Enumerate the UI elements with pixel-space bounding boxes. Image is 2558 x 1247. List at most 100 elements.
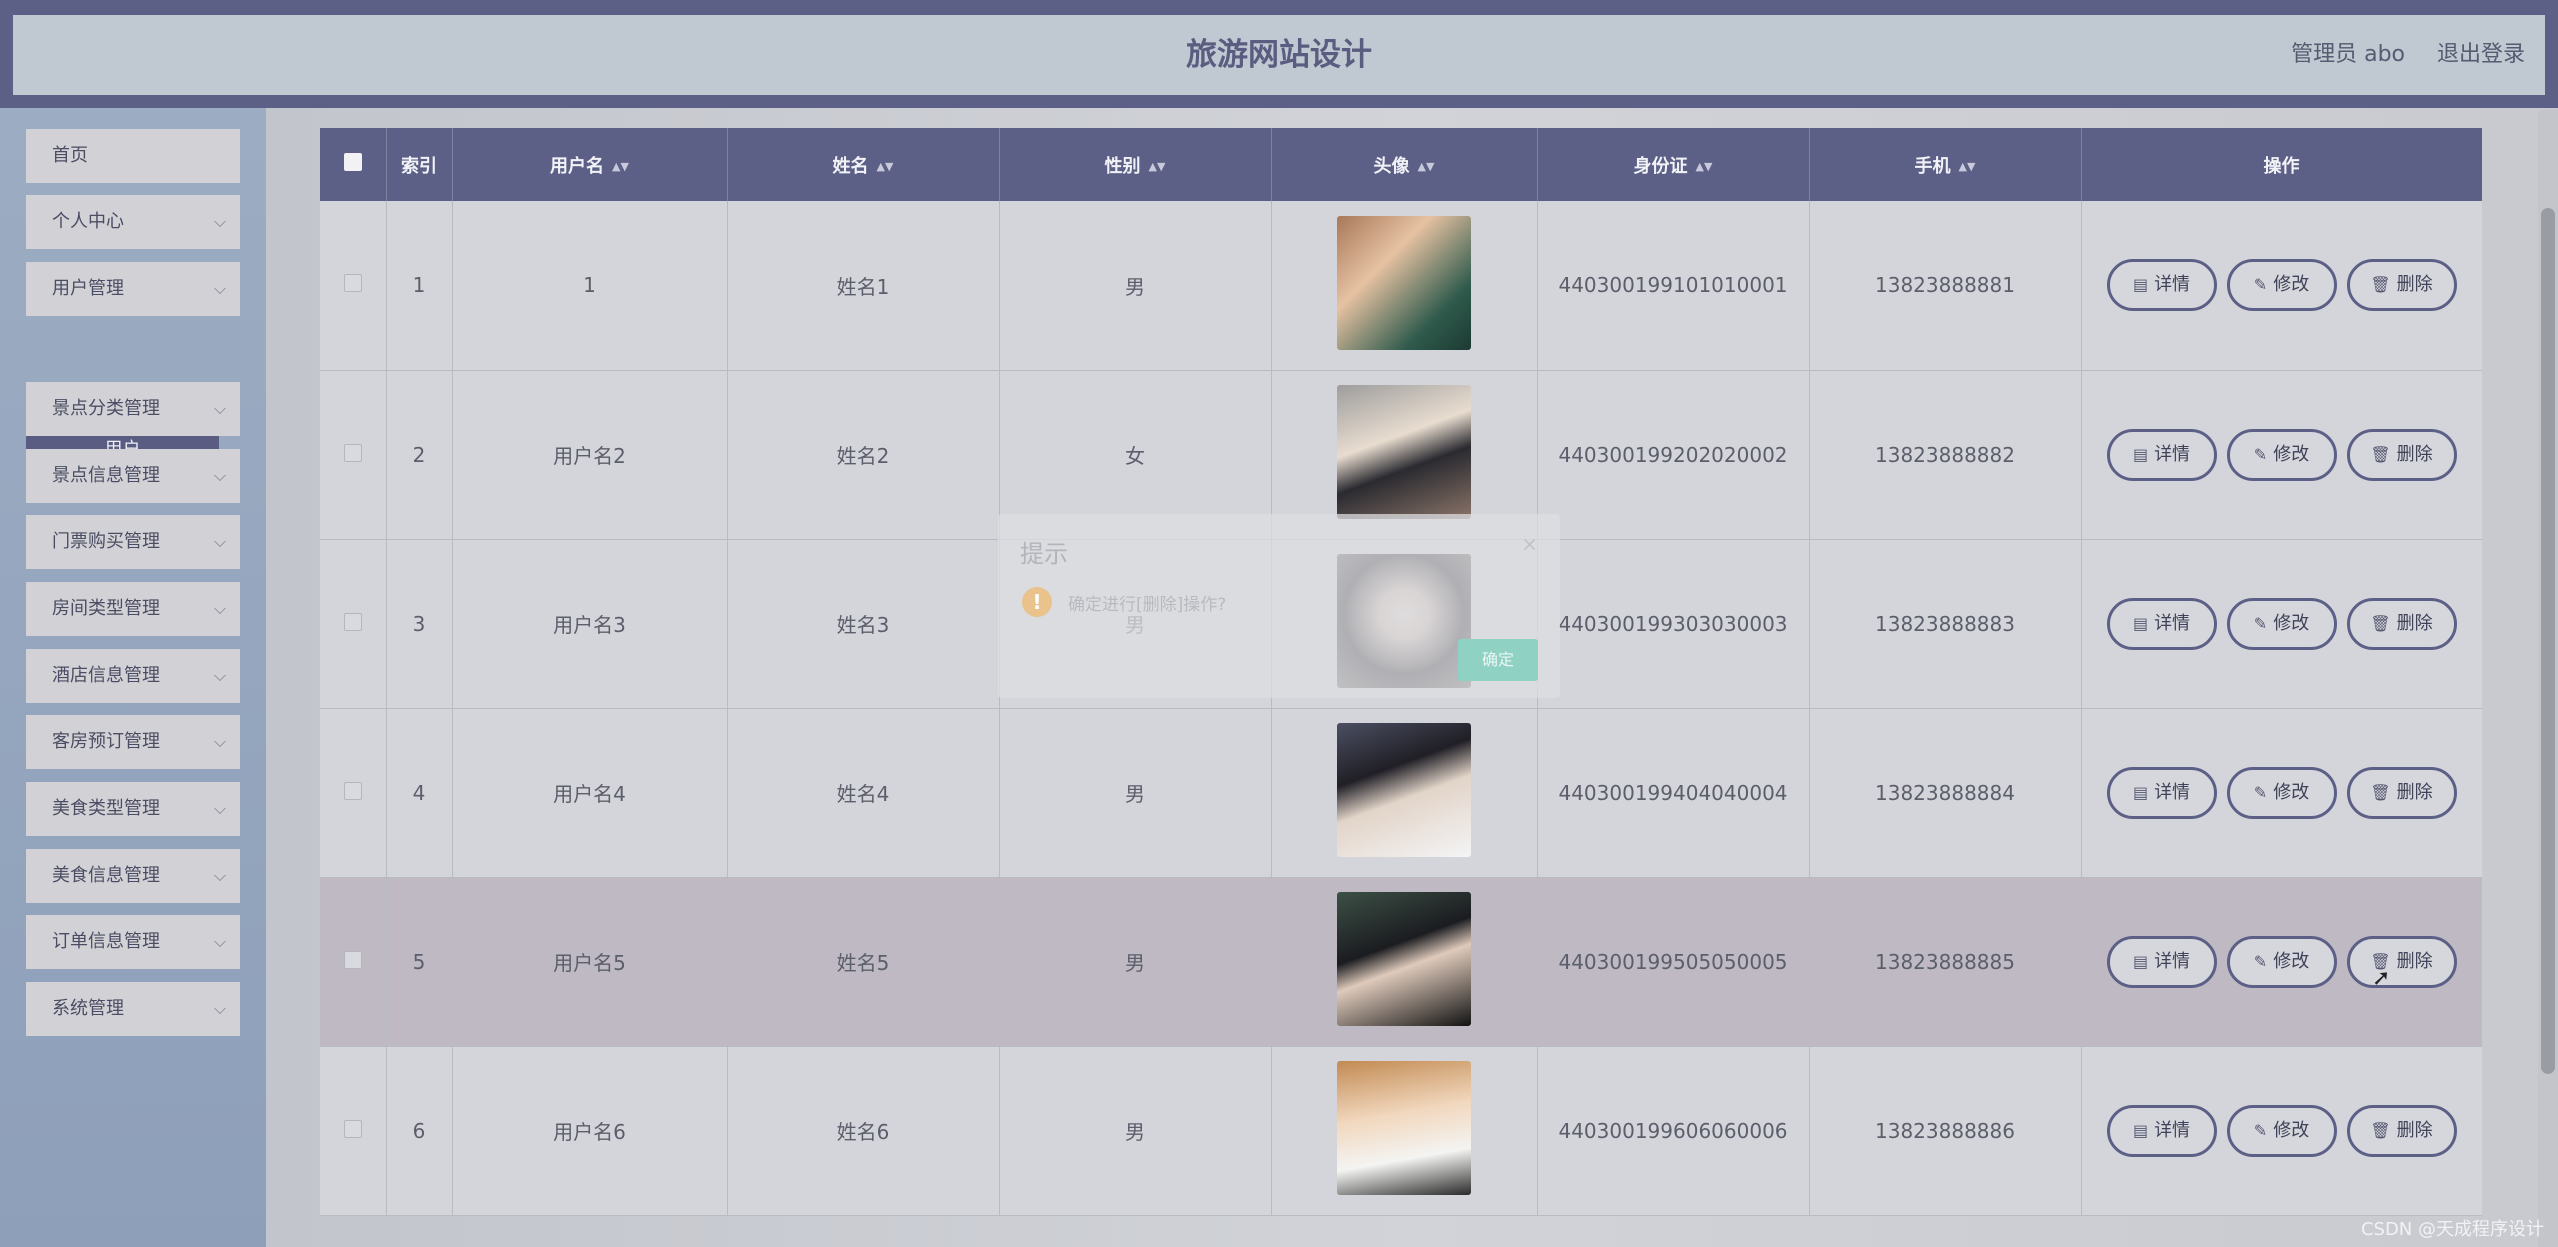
cell-name: 姓名3 bbox=[727, 539, 1000, 709]
column-header-index: 索引 bbox=[386, 128, 453, 201]
edit-button[interactable]: ✎ 修改 bbox=[2226, 766, 2337, 819]
select-all-checkbox[interactable] bbox=[343, 153, 362, 171]
chevron-down-icon: ⌵ bbox=[213, 532, 226, 551]
cell-gender: 男 bbox=[999, 877, 1272, 1047]
row-checkbox[interactable] bbox=[343, 950, 362, 969]
chevron-down-icon: ⌵ bbox=[213, 999, 226, 1018]
sidebar-item-personal-center[interactable]: 个人中心 ⌵ bbox=[26, 195, 240, 249]
cell-name: 姓名1 bbox=[727, 201, 1000, 371]
sidebar-item-label: 门票购买管理 bbox=[52, 531, 160, 552]
row-checkbox[interactable] bbox=[343, 443, 362, 462]
sidebar-item-system[interactable]: 系统管理 ⌵ bbox=[26, 982, 240, 1036]
chevron-down-icon: ⌵ bbox=[213, 666, 226, 685]
sidebar-item-label: 用户管理 bbox=[52, 278, 124, 299]
cell-index: 4 bbox=[386, 708, 453, 878]
table-row: 5 用户名5 姓名5 男 440300199505050005 13823888… bbox=[320, 877, 2482, 1047]
edit-button[interactable]: ✎ 修改 bbox=[2226, 935, 2337, 988]
logout-link[interactable]: 退出登录 bbox=[2437, 15, 2525, 95]
sort-icon[interactable]: ▲▼ bbox=[877, 160, 894, 173]
sidebar-item-user-management[interactable]: 用户管理 ⌵ bbox=[26, 262, 240, 316]
row-select-cell bbox=[320, 708, 387, 878]
confirm-button[interactable]: 确定 bbox=[1458, 639, 1538, 681]
sidebar-item-ticket-purchase[interactable]: 门票购买管理 ⌵ bbox=[26, 515, 240, 569]
detail-button[interactable]: ▤ 详情 bbox=[2106, 428, 2217, 481]
sidebar-item-label: 个人中心 bbox=[52, 211, 124, 232]
row-select-cell bbox=[320, 877, 387, 1047]
cell-index: 5 bbox=[386, 877, 453, 1047]
edit-icon: ✎ bbox=[2253, 782, 2268, 802]
cell-username: 用户名2 bbox=[452, 370, 728, 540]
column-header-name[interactable]: 姓名 ▲▼ bbox=[727, 128, 1000, 201]
cell-gender: 男 bbox=[999, 201, 1272, 371]
edit-button[interactable]: ✎ 修改 bbox=[2226, 259, 2337, 312]
close-icon[interactable]: × bbox=[1521, 532, 1538, 556]
cell-username: 用户名6 bbox=[452, 1046, 728, 1216]
avatar bbox=[1337, 892, 1471, 1026]
trash-icon: 🗑 bbox=[2370, 1120, 2391, 1140]
avatar bbox=[1337, 385, 1471, 519]
page-scrollbar[interactable] bbox=[2538, 110, 2558, 1247]
sort-icon[interactable]: ▲▼ bbox=[1696, 160, 1713, 173]
delete-button[interactable]: 🗑 删除 bbox=[2346, 935, 2457, 988]
sidebar-item-home[interactable]: 首页 bbox=[26, 129, 240, 183]
detail-button[interactable]: ▤ 详情 bbox=[2106, 935, 2217, 988]
sidebar-item-food-type[interactable]: 美食类型管理 ⌵ bbox=[26, 782, 240, 836]
sidebar-item-label: 酒店信息管理 bbox=[52, 665, 160, 686]
column-header-id-card[interactable]: 身份证 ▲▼ bbox=[1537, 128, 1810, 201]
detail-button[interactable]: ▤ 详情 bbox=[2106, 1104, 2217, 1157]
sort-icon[interactable]: ▲▼ bbox=[612, 160, 629, 173]
column-header-avatar[interactable]: 头像 ▲▼ bbox=[1271, 128, 1538, 201]
edit-button[interactable]: ✎ 修改 bbox=[2226, 1104, 2337, 1157]
site-title: 旅游网站设计 bbox=[1186, 37, 1372, 73]
dialog-title: 提示 bbox=[1020, 540, 1068, 568]
delete-button[interactable]: 🗑 删除 bbox=[2346, 259, 2457, 312]
document-icon: ▤ bbox=[2132, 613, 2149, 633]
cell-id-card: 440300199101010001 bbox=[1537, 201, 1810, 371]
document-icon: ▤ bbox=[2132, 275, 2149, 295]
sort-icon[interactable]: ▲▼ bbox=[1149, 160, 1166, 173]
cell-name: 姓名2 bbox=[727, 370, 1000, 540]
sidebar-item-food-info[interactable]: 美食信息管理 ⌵ bbox=[26, 849, 240, 903]
select-all-header[interactable] bbox=[320, 128, 387, 201]
cell-id-card: 440300199202020002 bbox=[1537, 370, 1810, 540]
delete-button[interactable]: 🗑 删除 bbox=[2346, 428, 2457, 481]
cell-index: 3 bbox=[386, 539, 453, 709]
cell-actions: ▤ 详情 ✎ 修改 🗑 删除 bbox=[2081, 370, 2482, 540]
sidebar-item-order-info[interactable]: 订单信息管理 ⌵ bbox=[26, 915, 240, 969]
cell-actions: ▤ 详情 ✎ 修改 🗑 删除 bbox=[2081, 539, 2482, 709]
trash-icon: 🗑 bbox=[2370, 782, 2391, 802]
detail-button[interactable]: ▤ 详情 bbox=[2106, 597, 2217, 650]
row-checkbox[interactable] bbox=[343, 612, 362, 631]
sidebar-item-room-booking[interactable]: 客房预订管理 ⌵ bbox=[26, 715, 240, 769]
sidebar-item-room-type[interactable]: 房间类型管理 ⌵ bbox=[26, 582, 240, 636]
sidebar-item-attraction-info[interactable]: 景点信息管理 ⌵ bbox=[26, 449, 240, 503]
cell-actions: ▤ 详情 ✎ 修改 🗑 删除 bbox=[2081, 708, 2482, 878]
warning-icon: ! bbox=[1022, 587, 1052, 617]
cell-avatar bbox=[1271, 1046, 1538, 1216]
cell-name: 姓名4 bbox=[727, 708, 1000, 878]
row-select-cell bbox=[320, 539, 387, 709]
column-header-username[interactable]: 用户名 ▲▼ bbox=[452, 128, 728, 201]
detail-button[interactable]: ▤ 详情 bbox=[2106, 766, 2217, 819]
sidebar-item-attraction-category[interactable]: 景点分类管理 ⌵ bbox=[26, 382, 240, 436]
edit-icon: ✎ bbox=[2253, 951, 2268, 971]
delete-button[interactable]: 🗑 删除 bbox=[2346, 597, 2457, 650]
sort-icon[interactable]: ▲▼ bbox=[1959, 160, 1976, 173]
chevron-down-icon: ⌵ bbox=[213, 399, 226, 418]
detail-button[interactable]: ▤ 详情 bbox=[2106, 259, 2217, 312]
row-checkbox[interactable] bbox=[343, 274, 362, 293]
edit-button[interactable]: ✎ 修改 bbox=[2226, 428, 2337, 481]
row-checkbox[interactable] bbox=[343, 1119, 362, 1138]
cell-avatar bbox=[1271, 708, 1538, 878]
sidebar-item-hotel-info[interactable]: 酒店信息管理 ⌵ bbox=[26, 649, 240, 703]
sort-icon[interactable]: ▲▼ bbox=[1418, 160, 1435, 173]
delete-button[interactable]: 🗑 删除 bbox=[2346, 766, 2457, 819]
watermark: CSDN @天成程序设计 bbox=[2360, 1219, 2544, 1240]
column-header-gender[interactable]: 性别 ▲▼ bbox=[999, 128, 1272, 201]
column-header-phone[interactable]: 手机 ▲▼ bbox=[1809, 128, 2082, 201]
row-checkbox[interactable] bbox=[343, 781, 362, 800]
delete-button[interactable]: 🗑 删除 bbox=[2346, 1104, 2457, 1157]
cell-id-card: 440300199303030003 bbox=[1537, 539, 1810, 709]
edit-button[interactable]: ✎ 修改 bbox=[2226, 597, 2337, 650]
scrollbar-thumb[interactable] bbox=[2541, 208, 2555, 1074]
